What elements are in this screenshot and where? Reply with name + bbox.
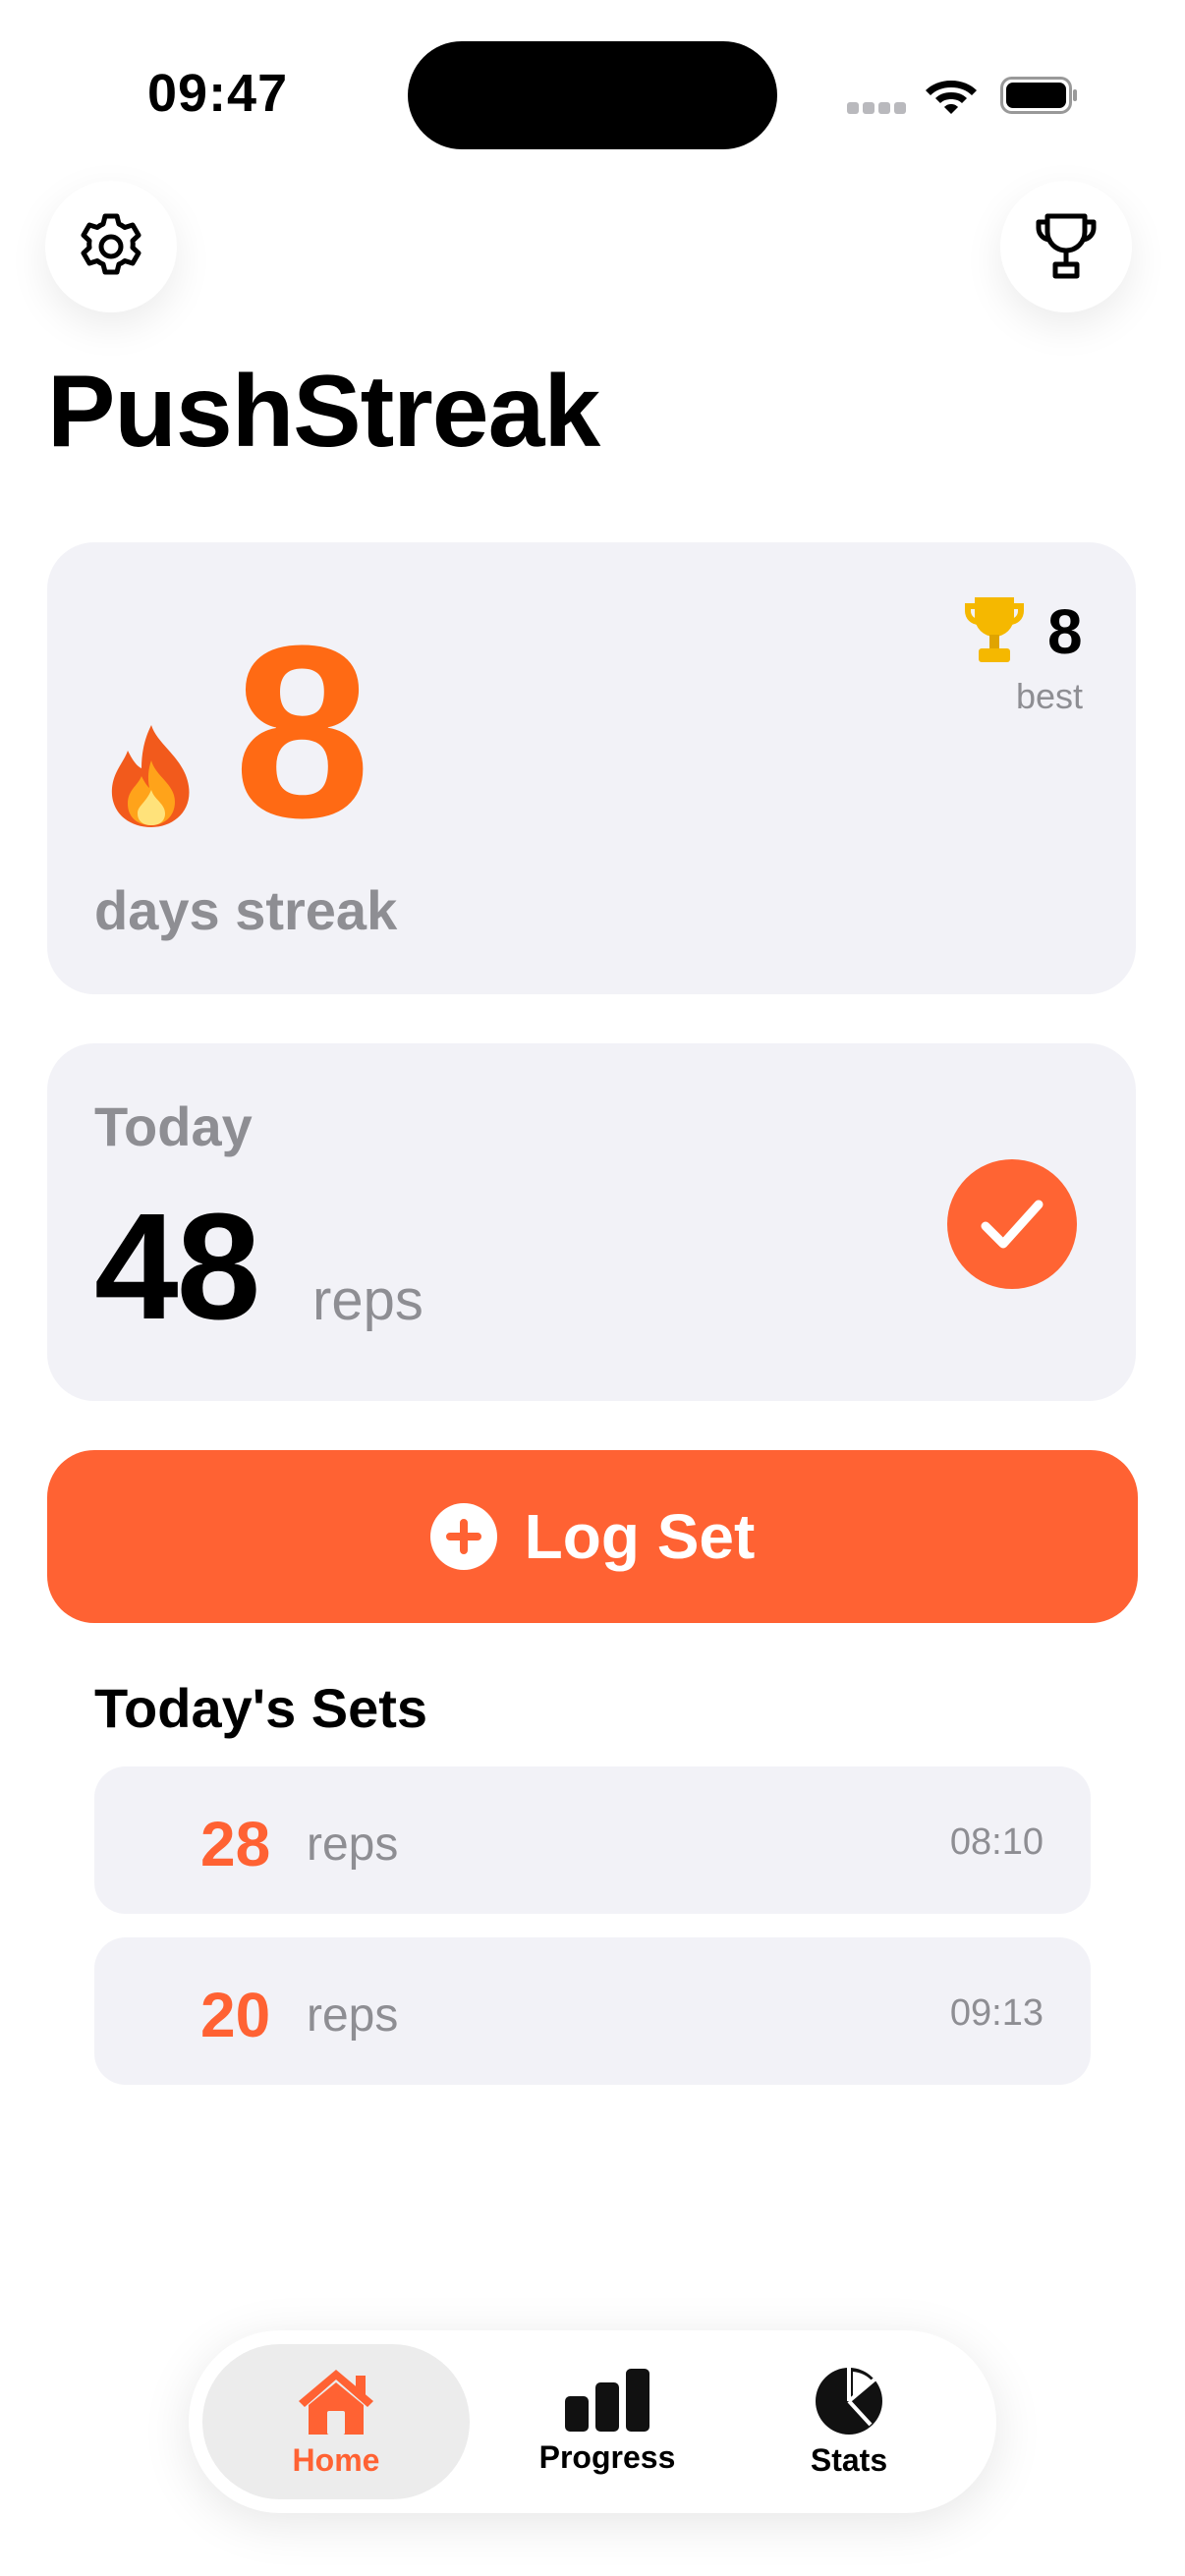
bar-chart-icon bbox=[565, 2368, 649, 2432]
battery-icon bbox=[1000, 77, 1077, 114]
set-time: 09:13 bbox=[949, 1992, 1044, 2034]
today-reps-unit: reps bbox=[312, 1268, 423, 1332]
best-streak-label: best bbox=[1016, 676, 1084, 716]
set-time: 08:10 bbox=[949, 1821, 1044, 1863]
tab-stats[interactable]: Stats bbox=[715, 2344, 983, 2499]
set-reps: 28 bbox=[200, 1809, 271, 1879]
tab-progress-label: Progress bbox=[538, 2438, 676, 2475]
log-set-label: Log Set bbox=[524, 1501, 756, 1572]
set-reps: 20 bbox=[200, 1980, 271, 2050]
set-list-item: 20 reps 09:13 bbox=[94, 1937, 1091, 2085]
trophy-icon bbox=[965, 597, 1024, 662]
settings-button[interactable] bbox=[45, 181, 177, 312]
wifi-icon bbox=[926, 81, 977, 114]
today-label: Today bbox=[94, 1095, 253, 1157]
streak-count: 8 bbox=[234, 594, 371, 868]
tab-progress[interactable]: Progress bbox=[474, 2344, 741, 2499]
todays-sets-title: Today's Sets bbox=[94, 1677, 428, 1739]
today-reps-count: 48 bbox=[94, 1182, 260, 1351]
dynamic-island bbox=[408, 41, 777, 149]
home-icon bbox=[299, 2369, 373, 2435]
set-list-item: 28 reps 08:10 bbox=[94, 1766, 1091, 1914]
pie-chart-icon bbox=[816, 2367, 882, 2435]
tab-home-label: Home bbox=[292, 2441, 380, 2478]
set-reps-unit: reps bbox=[307, 1819, 399, 1871]
streak-label: days streak bbox=[94, 879, 398, 941]
fire-icon bbox=[111, 725, 190, 827]
cellular-signal-icon bbox=[847, 102, 908, 116]
plus-circle-icon bbox=[429, 1503, 497, 1570]
log-set-button[interactable]: Log Set bbox=[47, 1450, 1138, 1623]
goal-complete-badge bbox=[947, 1159, 1077, 1289]
status-time: 09:47 bbox=[147, 64, 289, 123]
gear-icon bbox=[81, 213, 141, 275]
checkmark-icon bbox=[981, 1200, 1044, 1249]
set-reps-unit: reps bbox=[307, 1989, 399, 2042]
page-title: PushStreak bbox=[47, 355, 600, 469]
achievements-button[interactable] bbox=[1000, 181, 1132, 312]
trophy-outline-icon bbox=[1036, 213, 1097, 279]
tab-bar: Home Progress Stats bbox=[189, 2330, 996, 2513]
tab-home[interactable]: Home bbox=[202, 2344, 470, 2499]
best-streak-value: 8 bbox=[1047, 596, 1083, 667]
tab-stats-label: Stats bbox=[810, 2441, 888, 2478]
